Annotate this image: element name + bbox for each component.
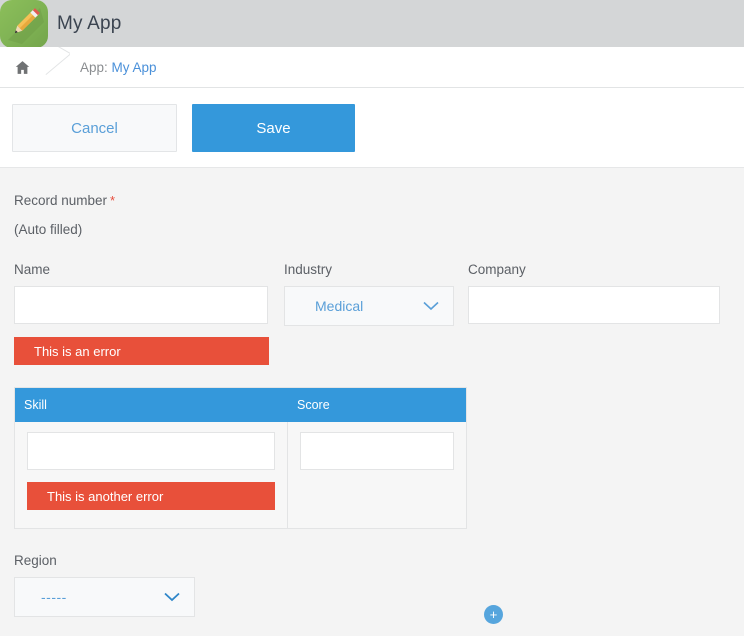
app-header: My App — [0, 0, 744, 48]
breadcrumb: App: My App — [0, 47, 744, 88]
breadcrumb-link[interactable]: My App — [112, 60, 157, 75]
cell-skill: This is another error — [15, 422, 288, 528]
cancel-button[interactable]: Cancel — [12, 104, 177, 152]
skills-table-header: Skill Score — [15, 388, 466, 422]
chevron-down-icon — [164, 592, 180, 602]
cell-score — [288, 422, 466, 528]
column-header-skill: Skill — [24, 398, 47, 412]
field-name: Name — [14, 262, 268, 324]
app-page: My App App: My App Cancel Save Record nu… — [0, 0, 744, 636]
industry-select[interactable]: Medical — [284, 286, 454, 326]
region-label: Region — [14, 553, 57, 568]
skill-input[interactable] — [27, 432, 275, 470]
add-row-button[interactable]: + — [484, 605, 503, 624]
record-number-label: Record number * — [14, 193, 115, 208]
home-icon[interactable] — [0, 59, 44, 76]
score-input[interactable] — [300, 432, 454, 470]
industry-selected-value: Medical — [315, 298, 364, 314]
column-header-score: Score — [297, 398, 330, 412]
breadcrumb-prefix: App: — [80, 59, 112, 75]
company-input[interactable] — [468, 286, 720, 324]
form-toolbar: Cancel Save — [0, 88, 744, 168]
name-error-message: This is an error — [14, 337, 269, 365]
company-label: Company — [468, 262, 526, 277]
chevron-down-icon — [423, 301, 439, 311]
record-number-value: (Auto filled) — [14, 222, 83, 237]
breadcrumb-text: App: My App — [80, 60, 157, 75]
record-number-label-text: Record number — [14, 193, 108, 208]
save-button[interactable]: Save — [192, 104, 355, 152]
app-pencil-icon — [0, 0, 48, 48]
field-industry: Industry Medical — [284, 262, 454, 326]
table-row: This is another error — [15, 422, 466, 528]
field-company: Company — [468, 262, 720, 324]
app-title: My App — [57, 12, 122, 34]
industry-label: Industry — [284, 262, 333, 277]
name-input[interactable] — [14, 286, 268, 324]
region-select[interactable]: ----- — [14, 577, 195, 617]
breadcrumb-separator — [44, 47, 70, 87]
field-region: Region ----- — [14, 553, 195, 617]
form-body: Record number * (Auto filled) Name Indust… — [0, 169, 744, 636]
skills-table: Skill Score This is another error — [14, 387, 467, 529]
region-selected-value: ----- — [41, 589, 67, 605]
name-label: Name — [14, 262, 51, 277]
required-asterisk: * — [110, 193, 116, 208]
skill-error-message: This is another error — [27, 482, 275, 510]
